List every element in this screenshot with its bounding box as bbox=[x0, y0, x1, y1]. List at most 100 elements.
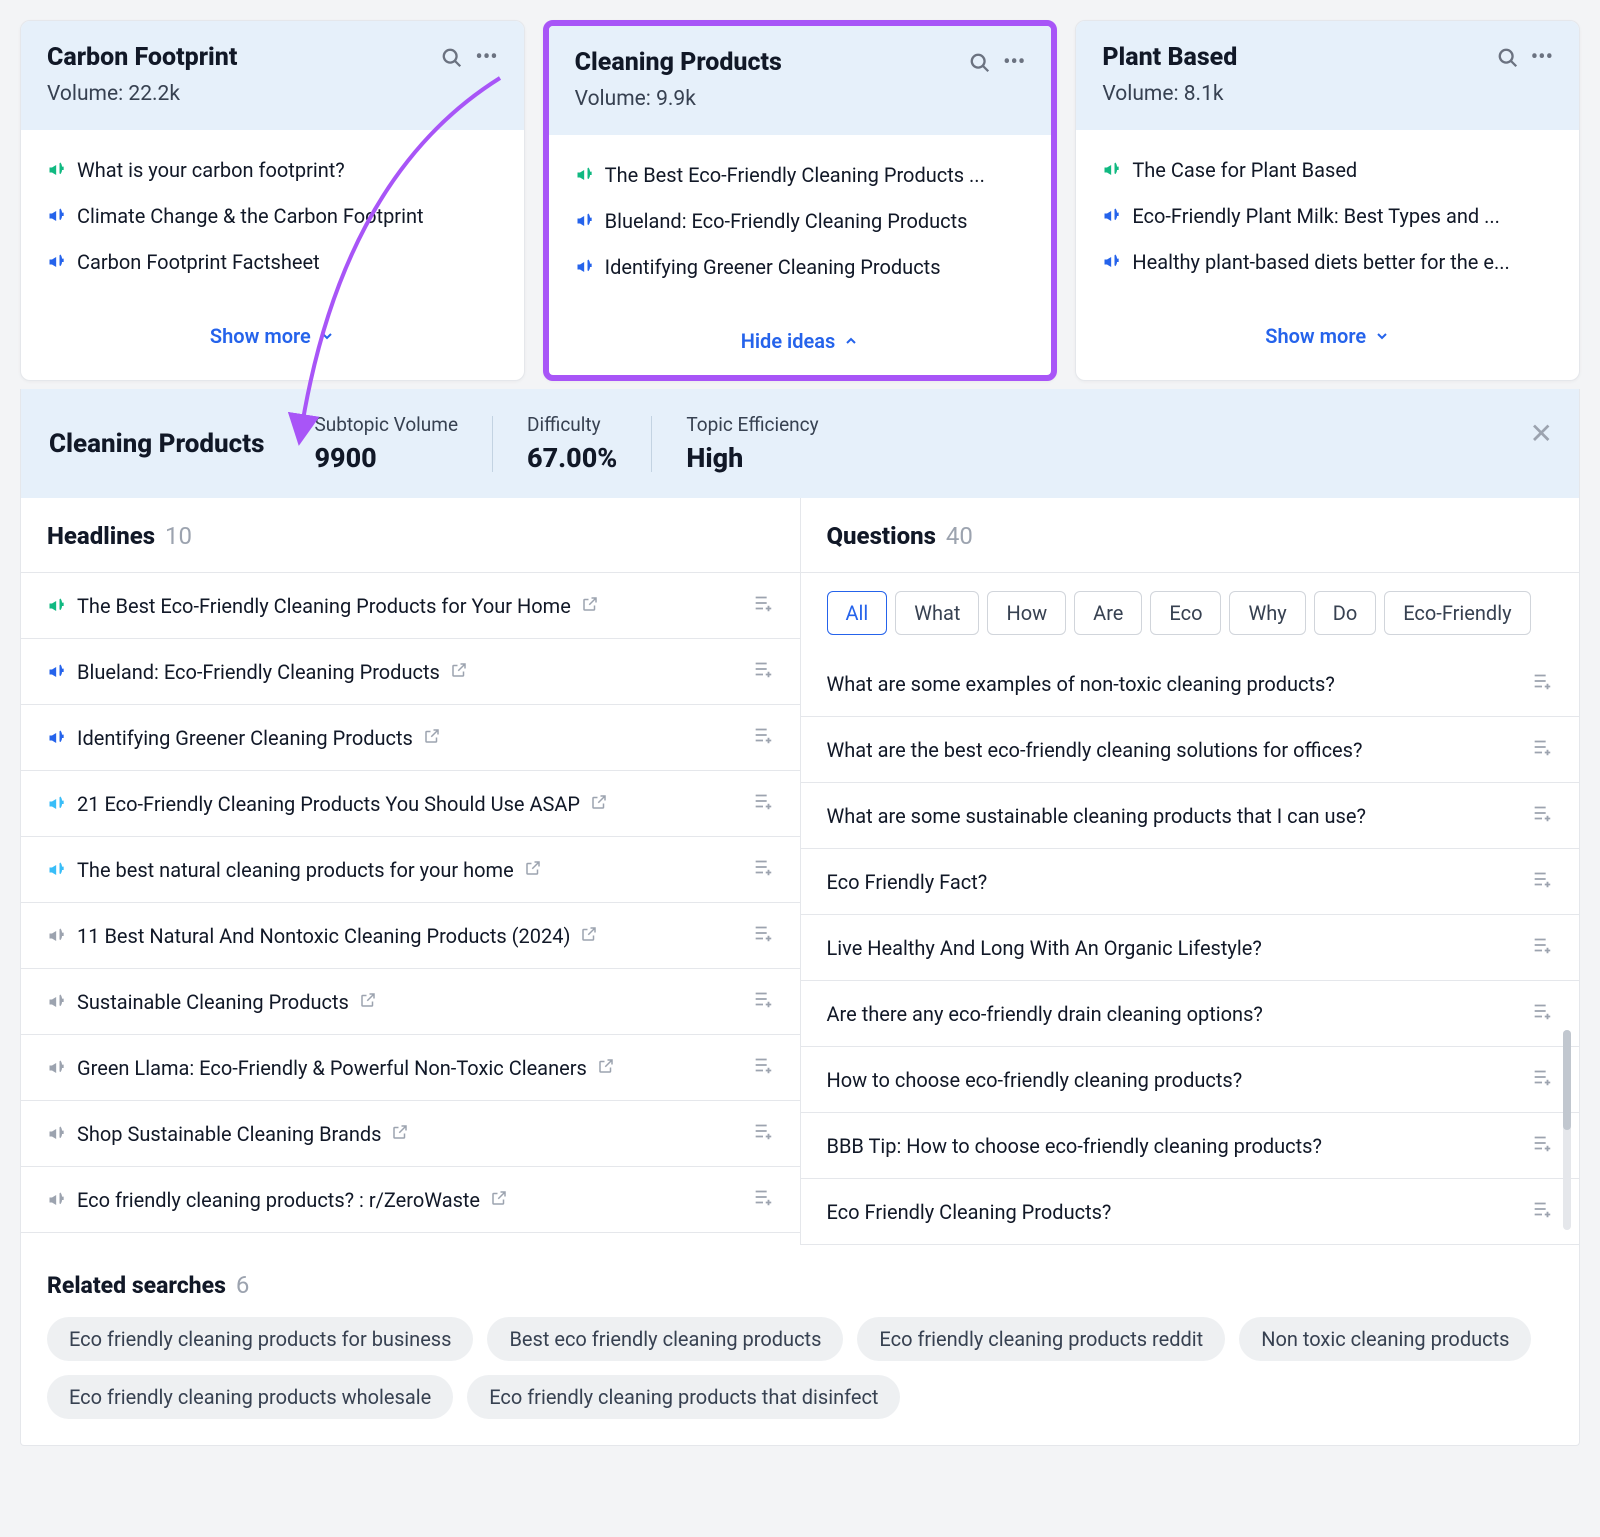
idea-item[interactable]: Climate Change & the Carbon Footprint bbox=[47, 204, 498, 228]
headline-row[interactable]: The Best Eco-Friendly Cleaning Products … bbox=[21, 573, 800, 639]
filter-tab[interactable]: What bbox=[895, 591, 979, 635]
idea-item[interactable]: What is your carbon footprint? bbox=[47, 158, 498, 182]
idea-item[interactable]: Eco-Friendly Plant Milk: Best Types and … bbox=[1102, 204, 1553, 228]
headline-row[interactable]: Blueland: Eco-Friendly Cleaning Products bbox=[21, 639, 800, 705]
bullhorn-icon bbox=[47, 1190, 67, 1210]
idea-item[interactable]: The Case for Plant Based bbox=[1102, 158, 1553, 182]
stat-divider bbox=[492, 416, 493, 472]
subtopic-volume-label: Subtopic Volume bbox=[314, 413, 458, 436]
question-row[interactable]: Eco Friendly Cleaning Products? bbox=[801, 1179, 1580, 1245]
question-row[interactable]: What are the best eco-friendly cleaning … bbox=[801, 717, 1580, 783]
more-icon[interactable]: ••• bbox=[475, 45, 497, 70]
headlines-title: Headlines bbox=[47, 522, 155, 550]
add-to-list-icon[interactable] bbox=[752, 1186, 774, 1213]
add-to-list-icon[interactable] bbox=[1531, 1132, 1553, 1159]
external-link-icon[interactable] bbox=[450, 660, 468, 684]
more-icon[interactable]: ••• bbox=[1003, 50, 1025, 75]
external-link-icon[interactable] bbox=[359, 990, 377, 1014]
close-button[interactable]: ✕ bbox=[1530, 417, 1553, 450]
question-row[interactable]: Live Healthy And Long With An Organic Li… bbox=[801, 915, 1580, 981]
idea-item[interactable]: Identifying Greener Cleaning Products bbox=[575, 255, 1026, 279]
filter-tab[interactable]: All bbox=[827, 591, 888, 635]
external-link-icon[interactable] bbox=[391, 1122, 409, 1146]
external-link-icon[interactable] bbox=[597, 1056, 615, 1080]
add-to-list-icon[interactable] bbox=[1531, 934, 1553, 961]
card-volume: Volume: 9.9k bbox=[575, 87, 1026, 111]
related-pill[interactable]: Eco friendly cleaning products reddit bbox=[857, 1317, 1225, 1361]
related-pill[interactable]: Non toxic cleaning products bbox=[1239, 1317, 1531, 1361]
idea-item[interactable]: Carbon Footprint Factsheet bbox=[47, 250, 498, 274]
add-to-list-icon[interactable] bbox=[752, 1054, 774, 1081]
add-to-list-icon[interactable] bbox=[752, 724, 774, 751]
filter-tab[interactable]: Eco-Friendly bbox=[1384, 591, 1530, 635]
add-to-list-icon[interactable] bbox=[752, 658, 774, 685]
headline-row[interactable]: The best natural cleaning products for y… bbox=[21, 837, 800, 903]
external-link-icon[interactable] bbox=[580, 924, 598, 948]
add-to-list-icon[interactable] bbox=[1531, 802, 1553, 829]
show-more-button[interactable]: Show more bbox=[210, 324, 335, 348]
filter-tab[interactable]: Do bbox=[1314, 591, 1377, 635]
card-title: Cleaning Products bbox=[575, 48, 782, 77]
headline-row[interactable]: Shop Sustainable Cleaning Brands bbox=[21, 1101, 800, 1167]
headline-row[interactable]: 21 Eco-Friendly Cleaning Products You Sh… bbox=[21, 771, 800, 837]
external-link-icon[interactable] bbox=[590, 792, 608, 816]
questions-title: Questions bbox=[827, 522, 936, 550]
bullhorn-icon bbox=[47, 206, 67, 226]
bullhorn-icon bbox=[47, 252, 67, 272]
headline-row[interactable]: Eco friendly cleaning products? : r/Zero… bbox=[21, 1167, 800, 1233]
add-to-list-icon[interactable] bbox=[1531, 1000, 1553, 1027]
filter-tab[interactable]: Why bbox=[1229, 591, 1305, 635]
filter-tab[interactable]: Eco bbox=[1150, 591, 1221, 635]
filter-tab[interactable]: How bbox=[987, 591, 1066, 635]
show-more-button[interactable]: Show more bbox=[1265, 324, 1390, 348]
scrollbar[interactable] bbox=[1563, 1030, 1571, 1230]
add-to-list-icon[interactable] bbox=[752, 790, 774, 817]
bullhorn-icon bbox=[1102, 252, 1122, 272]
add-to-list-icon[interactable] bbox=[1531, 1066, 1553, 1093]
stat-divider bbox=[651, 416, 652, 472]
detail-title: Cleaning Products bbox=[49, 429, 264, 459]
question-row[interactable]: What are some examples of non-toxic clea… bbox=[801, 651, 1580, 717]
add-to-list-icon[interactable] bbox=[1531, 670, 1553, 697]
question-row[interactable]: Eco Friendly Fact? bbox=[801, 849, 1580, 915]
headline-row[interactable]: Identifying Greener Cleaning Products bbox=[21, 705, 800, 771]
question-row[interactable]: Are there any eco-friendly drain cleanin… bbox=[801, 981, 1580, 1047]
search-icon[interactable] bbox=[1497, 47, 1519, 69]
add-to-list-icon[interactable] bbox=[1531, 736, 1553, 763]
idea-item[interactable]: Healthy plant-based diets better for the… bbox=[1102, 250, 1553, 274]
headline-row[interactable]: Sustainable Cleaning Products bbox=[21, 969, 800, 1035]
external-link-icon[interactable] bbox=[423, 726, 441, 750]
add-to-list-icon[interactable] bbox=[752, 856, 774, 883]
detail-header: Cleaning Products Subtopic Volume 9900 D… bbox=[21, 389, 1579, 498]
add-to-list-icon[interactable] bbox=[752, 988, 774, 1015]
topic-card: Plant Based ••• Volume: 8.1k The Case fo… bbox=[1075, 20, 1580, 381]
search-icon[interactable] bbox=[441, 47, 463, 69]
add-to-list-icon[interactable] bbox=[752, 592, 774, 619]
add-to-list-icon[interactable] bbox=[1531, 868, 1553, 895]
bullhorn-icon bbox=[1102, 160, 1122, 180]
question-row[interactable]: BBB Tip: How to choose eco-friendly clea… bbox=[801, 1113, 1580, 1179]
question-row[interactable]: What are some sustainable cleaning produ… bbox=[801, 783, 1580, 849]
related-pill[interactable]: Eco friendly cleaning products wholesale bbox=[47, 1375, 453, 1419]
difficulty-label: Difficulty bbox=[527, 413, 617, 436]
filter-tab[interactable]: Are bbox=[1074, 591, 1142, 635]
hide-ideas-button[interactable]: Hide ideas bbox=[741, 329, 860, 353]
more-icon[interactable]: ••• bbox=[1531, 45, 1553, 70]
add-to-list-icon[interactable] bbox=[1531, 1198, 1553, 1225]
question-row[interactable]: How to choose eco-friendly cleaning prod… bbox=[801, 1047, 1580, 1113]
idea-item[interactable]: Blueland: Eco-Friendly Cleaning Products bbox=[575, 209, 1026, 233]
related-pill[interactable]: Eco friendly cleaning products that disi… bbox=[467, 1375, 900, 1419]
add-to-list-icon[interactable] bbox=[752, 1120, 774, 1147]
idea-item[interactable]: The Best Eco-Friendly Cleaning Products … bbox=[575, 163, 1026, 187]
headline-row[interactable]: Green Llama: Eco-Friendly & Powerful Non… bbox=[21, 1035, 800, 1101]
external-link-icon[interactable] bbox=[524, 858, 542, 882]
add-to-list-icon[interactable] bbox=[752, 922, 774, 949]
external-link-icon[interactable] bbox=[490, 1188, 508, 1212]
external-link-icon[interactable] bbox=[581, 594, 599, 618]
search-icon[interactable] bbox=[969, 52, 991, 74]
card-title: Carbon Footprint bbox=[47, 43, 237, 72]
related-pill[interactable]: Eco friendly cleaning products for busin… bbox=[47, 1317, 473, 1361]
headline-row[interactable]: 11 Best Natural And Nontoxic Cleaning Pr… bbox=[21, 903, 800, 969]
bullhorn-icon bbox=[47, 160, 67, 180]
related-pill[interactable]: Best eco friendly cleaning products bbox=[487, 1317, 843, 1361]
